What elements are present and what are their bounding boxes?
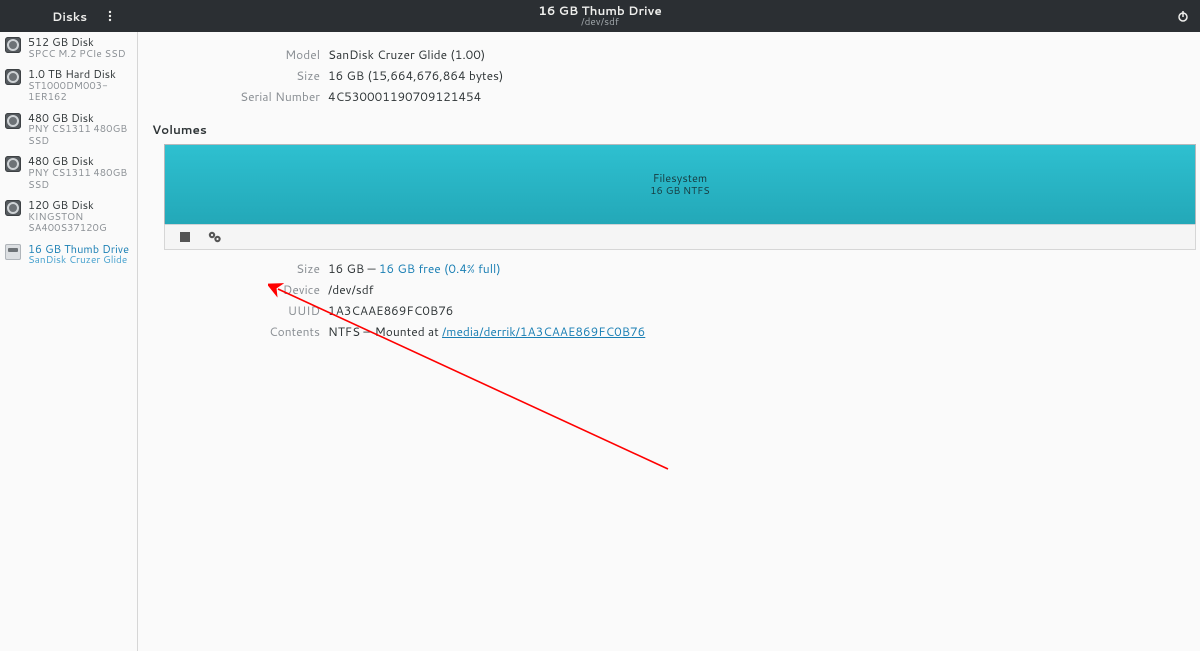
sidebar-item-drive[interactable]: 120 GB Disk KINGSTON SA400S37120G	[0, 195, 137, 239]
detail-size-label: Size	[160, 260, 320, 277]
model-value: SanDisk Cruzer Glide (1.00)	[328, 46, 485, 63]
eject-icon[interactable]	[138, 146, 140, 164]
sidebar-item-drive-selected[interactable]: 16 GB Thumb Drive SanDisk Cruzer Glide	[0, 239, 137, 271]
model-label: Model	[160, 46, 320, 63]
detail-contents-label: Contents	[160, 323, 320, 340]
sidebar-item-sublabel: ST1000DM003-1ER162	[28, 81, 131, 104]
main-content: Model SanDisk Cruzer Glide (1.00) Size 1…	[138, 32, 1200, 651]
sidebar-item-drive[interactable]: 512 GB Disk SPCC M.2 PCIe SSD	[0, 32, 137, 64]
drive-icon	[4, 112, 22, 130]
sidebar-item-sublabel: SanDisk Cruzer Glide	[28, 255, 129, 267]
volumes-heading: Volumes	[152, 121, 1200, 138]
detail-uuid-value: 1A3CAAE869FC0B76	[328, 302, 453, 319]
sidebar-item-sublabel: PNY CS1311 480GB SSD	[28, 124, 131, 147]
mount-path-link[interactable]: /media/derrik/1A3CAAE869FC0B76	[442, 323, 645, 340]
detail-uuid-label: UUID	[160, 302, 320, 319]
sidebar-item-drive[interactable]: 480 GB Disk PNY CS1311 480GB SSD	[0, 151, 137, 195]
sidebar-item-sublabel: SPCC M.2 PCIe SSD	[28, 49, 126, 61]
drive-icon	[4, 68, 22, 86]
headerbar: Disks 16 GB Thumb Drive /dev/sdf	[0, 0, 1200, 32]
volume-settings-button[interactable]	[205, 227, 225, 247]
detail-contents-value: NTFS — Mounted at /media/derrik/1A3CAAE8…	[328, 323, 645, 340]
serial-value: 4C530001190709121454	[328, 88, 481, 105]
drive-power-button[interactable]	[1174, 7, 1192, 25]
serial-label: Serial Number	[160, 88, 320, 105]
drive-icon	[4, 155, 22, 173]
sidebar-item-sublabel: KINGSTON SA400S37120G	[28, 212, 131, 235]
drive-icon	[4, 199, 22, 217]
volume-details: Size 16 GB — 16 GB free (0.4% full) Devi…	[160, 258, 1200, 342]
volume-toolbar	[164, 224, 1196, 250]
sidebar-item-drive[interactable]: 1.0 TB Hard Disk ST1000DM003-1ER162	[0, 64, 137, 108]
sidebar-item-drive[interactable]: 480 GB Disk PNY CS1311 480GB SSD	[0, 108, 137, 152]
drive-icon	[4, 36, 22, 54]
app-title: Disks	[52, 8, 87, 25]
detail-size-value: 16 GB — 16 GB free (0.4% full)	[328, 260, 501, 277]
size-value: 16 GB (15,664,676,864 bytes)	[328, 67, 503, 84]
detail-device-label: Device	[160, 281, 320, 298]
volume-sublabel: 16 GB NTFS	[650, 185, 710, 197]
usb-drive-icon	[4, 243, 22, 261]
detail-device-value: /dev/sdf	[328, 281, 373, 298]
app-menu-button[interactable]	[101, 7, 119, 25]
unmount-button[interactable]	[175, 227, 195, 247]
sidebar-item-sublabel: PNY CS1311 480GB SSD	[28, 168, 131, 191]
volume-partition[interactable]: Filesystem 16 GB NTFS	[164, 144, 1196, 224]
drive-info: Model SanDisk Cruzer Glide (1.00) Size 1…	[160, 44, 1200, 107]
size-label: Size	[160, 67, 320, 84]
device-sidebar: 512 GB Disk SPCC M.2 PCIe SSD 1.0 TB Har…	[0, 32, 138, 651]
